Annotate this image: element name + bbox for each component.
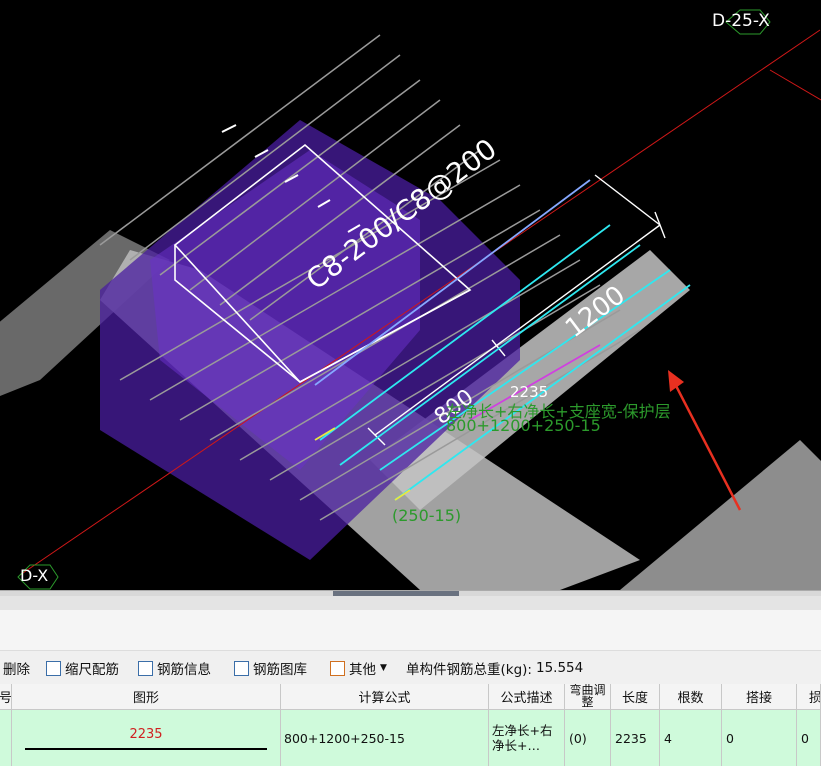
cell-lap[interactable]: 0 (722, 710, 797, 766)
rebar-3d-scene (0, 9, 821, 590)
cell-bend[interactable]: (0) (565, 710, 611, 766)
col-header-loss[interactable]: 损 (797, 684, 821, 710)
cell-formula[interactable]: 800+1200+250-15 (281, 710, 489, 766)
formula-partial-label: (250-15) (392, 506, 462, 525)
axis-label-bottom-left: D-X (20, 566, 49, 585)
col-header-shape[interactable]: 图形 (12, 684, 281, 710)
red-arrow-icon (670, 377, 742, 511)
delete-label: 删除 (3, 662, 30, 678)
total-weight: 单构件钢筋总重(kg): 15.554 (406, 658, 583, 678)
shape-line (25, 747, 267, 750)
axis-line-2 (769, 69, 821, 101)
other-dropdown[interactable]: 其他 ▼ (330, 658, 387, 678)
library-icon (234, 660, 249, 676)
panel-blank-area (0, 610, 821, 651)
shape-value: 2235 (129, 726, 163, 742)
axis-label-top-right: D-25-X (712, 11, 770, 31)
col-header-no[interactable]: 号 (0, 684, 12, 710)
total-weight-label: 单构件钢筋总重(kg): (406, 662, 532, 678)
cell-no[interactable] (0, 710, 12, 766)
rebar-library-label: 钢筋图库 (253, 662, 307, 678)
total-weight-value: 15.554 (535, 660, 584, 676)
document-icon (138, 660, 153, 676)
delete-button[interactable]: 删除 (3, 658, 30, 678)
cell-count[interactable]: 4 (660, 710, 722, 766)
panel-strip (0, 596, 821, 610)
other-icon (330, 660, 345, 676)
col-header-lap[interactable]: 搭接 (722, 684, 797, 710)
red-arrow-head-icon (668, 370, 684, 392)
col-header-description[interactable]: 公式描述 (489, 684, 565, 710)
cell-loss[interactable]: 0 (797, 710, 821, 766)
col-header-formula[interactable]: 计算公式 (281, 684, 489, 710)
scale-rebar-icon (46, 660, 61, 676)
3d-viewport[interactable]: D-25-X D-X C8-200/C8@200 1200 800 2235 左… (0, 0, 821, 590)
rebar-table: 号 图形 计算公式 公式描述 弯曲调整 长度 根数 搭接 损 2235 800+… (0, 684, 821, 766)
cell-length[interactable]: 2235 (611, 710, 660, 766)
col-header-bend[interactable]: 弯曲调整 (565, 684, 611, 710)
rebar-library-button[interactable]: 钢筋图库 (234, 658, 307, 678)
col-header-length[interactable]: 长度 (611, 684, 660, 710)
cell-description[interactable]: 左净长+右净长+… (489, 710, 565, 766)
chevron-down-icon: ▼ (380, 663, 387, 673)
col-header-count[interactable]: 根数 (660, 684, 722, 710)
beam-far (620, 440, 821, 590)
other-label: 其他 (349, 662, 376, 678)
cell-shape[interactable]: 2235 (12, 710, 281, 766)
formula-expr-label: 800+1200+250-15 (446, 416, 601, 435)
rebar-toolbar: 删除 缩尺配筋 钢筋信息 钢筋图库 其他 ▼ 单构件钢筋总重(kg): 15.5… (0, 654, 821, 680)
rebar-info-button[interactable]: 钢筋信息 (138, 658, 211, 678)
scale-rebar-button[interactable]: 缩尺配筋 (46, 658, 119, 678)
scale-rebar-label: 缩尺配筋 (65, 662, 119, 678)
rebar-info-label: 钢筋信息 (157, 662, 211, 678)
